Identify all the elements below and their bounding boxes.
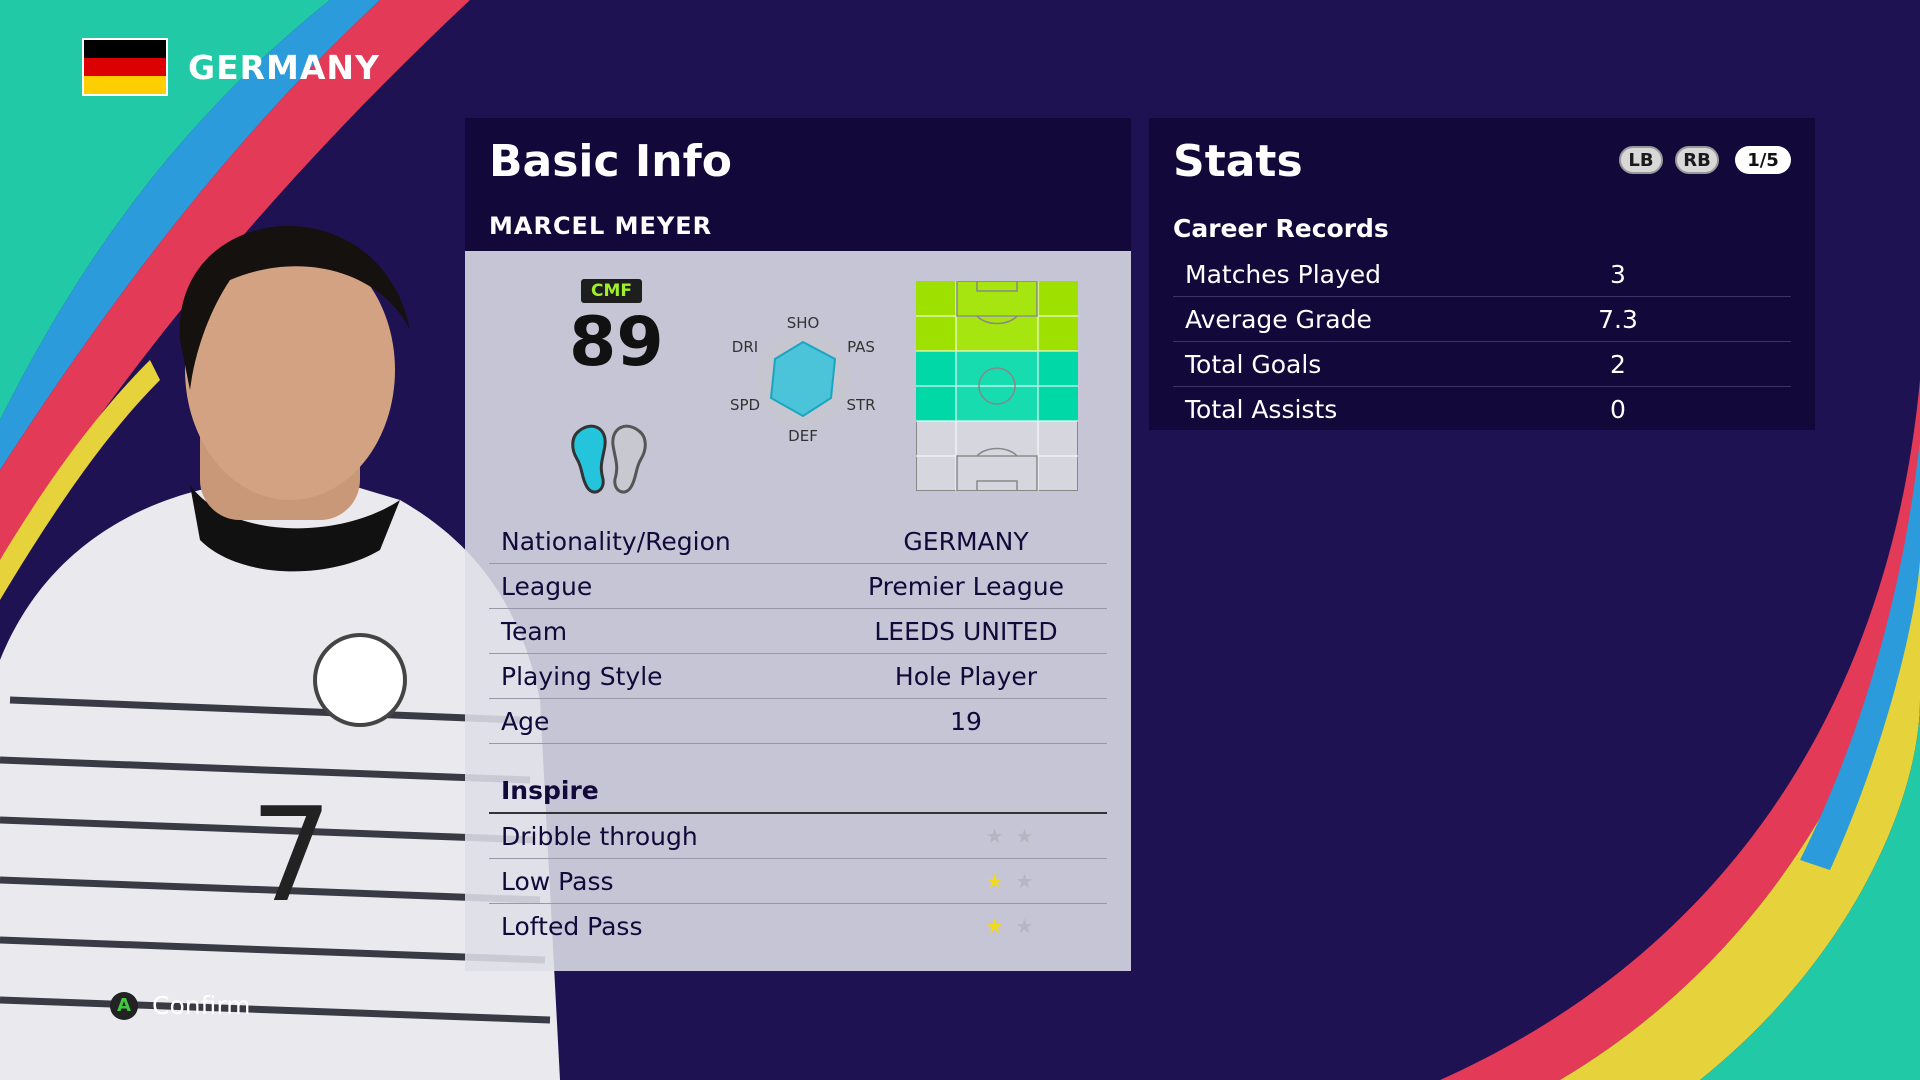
inspire-label: Dribble through [501, 821, 698, 851]
stat-row-assists: Total Assists 0 [1173, 387, 1791, 431]
stat-label: Total Goals [1185, 349, 1322, 379]
a-button-icon: A [110, 991, 138, 1020]
basic-info-panel: Basic Info MARCEL MEYER CMF 89 SHO PAS S… [465, 118, 1131, 971]
radar-label-str: STR [846, 396, 875, 414]
inspire-stars: ★ ★ [912, 824, 1107, 848]
stat-value: 2 [1610, 349, 1626, 379]
info-value: GERMANY [903, 526, 1029, 556]
info-value: Premier League [868, 571, 1064, 601]
info-row-age: Age 19 [489, 699, 1107, 744]
inspire-row: Low Pass ★ ★ [489, 859, 1107, 904]
info-value: LEEDS UNITED [874, 616, 1058, 646]
radar-label-def: DEF [788, 427, 818, 445]
rb-button[interactable]: RB [1675, 146, 1719, 174]
basic-info-header: Basic Info MARCEL MEYER [465, 118, 1131, 251]
info-row-team: Team LEEDS UNITED [489, 609, 1107, 654]
stats-panel: Stats LB RB 1/5 Career Records Matches P… [1149, 118, 1815, 430]
inspire-label: Lofted Pass [501, 911, 643, 941]
career-records-title: Career Records [1173, 214, 1389, 243]
star-icon: ★ [985, 869, 1004, 893]
page-indicator: 1/5 [1735, 146, 1791, 174]
stat-value: 7.3 [1598, 304, 1638, 334]
basic-info-body: CMF 89 SHO PAS STR DEF SPD DRI Nationali… [465, 251, 1131, 971]
lb-button[interactable]: LB [1619, 146, 1663, 174]
info-label: Team [501, 616, 568, 646]
stat-label: Matches Played [1185, 259, 1382, 289]
nation-header: GERMANY [82, 38, 380, 96]
confirm-label: Confirm [152, 991, 251, 1020]
nation-name: GERMANY [188, 47, 380, 87]
info-value: 19 [950, 706, 982, 736]
stat-value: 0 [1610, 394, 1626, 424]
basic-info-table: Nationality/Region GERMANY League Premie… [489, 519, 1107, 948]
stat-row-matches: Matches Played 3 [1173, 252, 1791, 297]
stat-value: 3 [1610, 259, 1626, 289]
stat-row-goals: Total Goals 2 [1173, 342, 1791, 387]
info-row-nationality: Nationality/Region GERMANY [489, 519, 1107, 564]
info-value: Hole Player [894, 661, 1038, 691]
stat-label: Average Grade [1185, 304, 1372, 334]
star-icon: ★ [985, 914, 1004, 938]
overall-rating: 89 [569, 303, 664, 382]
radar-label-spd: SPD [730, 396, 760, 414]
stats-title: Stats [1173, 136, 1303, 187]
radar-label-sho: SHO [787, 316, 820, 332]
svg-text:7: 7 [250, 779, 333, 931]
confirm-prompt[interactable]: A Confirm [110, 991, 251, 1020]
inspire-row: Dribble through ★ ★ [489, 814, 1107, 859]
inspire-title: Inspire [489, 768, 1107, 814]
ability-radar-chart: SHO PAS STR DEF SPD DRI [730, 316, 876, 445]
inspire-stars: ★ ★ [912, 914, 1107, 938]
stat-label: Total Assists [1185, 394, 1338, 424]
stronger-foot-icon [571, 424, 647, 494]
info-label: Age [501, 706, 550, 736]
star-icon: ★ [1015, 869, 1034, 893]
career-records-table: Matches Played 3 Average Grade 7.3 Total… [1173, 252, 1791, 431]
inspire-row: Lofted Pass ★ ★ [489, 904, 1107, 948]
info-row-playing-style: Playing Style Hole Player [489, 654, 1107, 699]
position-badge: CMF [581, 279, 643, 303]
radar-label-dri: DRI [732, 338, 758, 356]
star-icon: ★ [985, 824, 1004, 848]
star-icon: ★ [1015, 824, 1034, 848]
stat-row-grade: Average Grade 7.3 [1173, 297, 1791, 342]
info-label: Playing Style [501, 661, 663, 691]
info-label: League [501, 571, 593, 601]
info-row-league: League Premier League [489, 564, 1107, 609]
star-icon: ★ [1015, 914, 1034, 938]
player-name: MARCEL MEYER [489, 212, 713, 240]
position-pitch-map [916, 281, 1078, 491]
inspire-label: Low Pass [501, 866, 614, 896]
germany-flag-icon [82, 38, 168, 96]
info-label: Nationality/Region [501, 526, 731, 556]
inspire-stars: ★ ★ [912, 869, 1107, 893]
radar-label-pas: PAS [847, 338, 875, 356]
basic-info-title: Basic Info [489, 136, 732, 187]
